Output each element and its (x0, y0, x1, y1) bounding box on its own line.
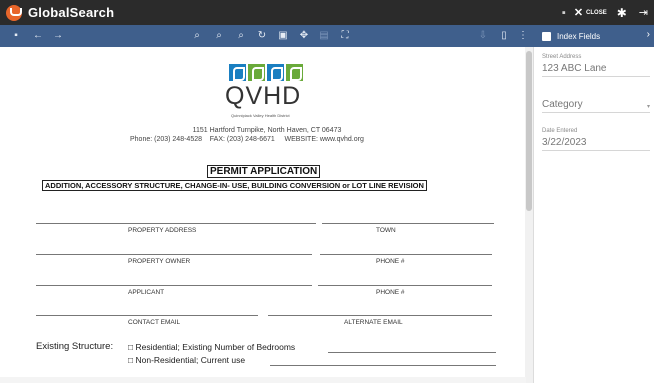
pan-icon[interactable]: ✥ (298, 28, 310, 44)
more-options-icon[interactable]: ⋮ (518, 28, 528, 44)
date-entered-field[interactable]: 3/22/2023 (542, 137, 587, 148)
rotate-icon[interactable]: ↻ (256, 28, 268, 44)
property-owner-label: PROPERTY OWNER (128, 258, 191, 265)
category-select[interactable]: Category (542, 99, 583, 110)
zoom-in-icon[interactable]: ⌕ (191, 28, 203, 44)
document-list-icon[interactable]: ▪ (10, 28, 22, 44)
globalsearch-logo-icon (6, 4, 22, 21)
residential-option: □ Residential; Existing Number of Bedroo… (128, 342, 296, 352)
app-name: GlobalSearch (28, 5, 115, 20)
logo-tile (267, 64, 284, 81)
annotate-icon[interactable]: ▤ (318, 28, 330, 44)
viewer-horizontal-scrollbar[interactable] (0, 377, 526, 383)
contact-email-label: CONTACT EMAIL (128, 319, 181, 326)
save-icon[interactable]: ▪ (562, 7, 566, 19)
date-entered-underline (542, 150, 650, 151)
property-address-line (36, 223, 316, 224)
logo-subtext: Quinnipiack Valley Health District (231, 113, 290, 118)
property-owner-line (36, 254, 312, 255)
chevron-right-icon[interactable]: › (647, 29, 650, 40)
index-fields-header[interactable]: Index Fields › (534, 25, 654, 47)
document-viewer[interactable]: QVHD Quinnipiack Valley Health District … (0, 47, 534, 383)
alternate-email-label: ALTERNATE EMAIL (344, 319, 403, 326)
forward-arrow-icon[interactable]: → (52, 28, 64, 44)
permit-title: PERMIT APPLICATION (207, 165, 321, 178)
form-icon (542, 31, 551, 41)
close-icon: ✕ (573, 7, 584, 19)
applicant-phone-label: PHONE # (376, 289, 405, 296)
logout-icon[interactable]: ⇥ (639, 6, 648, 19)
alternate-email-line (268, 315, 492, 316)
zoom-out-icon[interactable]: ⌕ (213, 28, 225, 44)
back-arrow-icon[interactable]: ← (32, 28, 44, 44)
category-underline (542, 112, 650, 113)
fit-zoom-icon[interactable]: ⌕ (235, 28, 247, 44)
panel-title: Index Fields (557, 31, 601, 41)
index-fields-panel: Street Address 123 ABC Lane Category ▾ D… (534, 47, 654, 383)
phone-label: PHONE # (376, 258, 405, 265)
qvhd-logo: QVHD Quinnipiack Valley Health District (225, 64, 315, 118)
org-contact: Phone: (203) 248-4528 FAX: (203) 248-667… (130, 136, 364, 143)
applicant-label: APPLICANT (128, 289, 165, 296)
existing-structure-label: Existing Structure: (36, 341, 114, 352)
title-actions: ▪ ✕ CLOSE ✱ ⇥ (554, 0, 654, 25)
title-bar: GlobalSearch ▪ ✕ CLOSE ✱ ⇥ (0, 0, 654, 25)
bedrooms-line (328, 352, 496, 353)
settings-gear-icon[interactable]: ✱ (617, 6, 627, 20)
logo-tile (229, 64, 246, 81)
street-address-label: Street Address (542, 54, 582, 60)
town-line (322, 223, 494, 224)
property-address-label: PROPERTY ADDRESS (128, 227, 197, 234)
brand: GlobalSearch (6, 4, 115, 21)
phone-line (320, 254, 492, 255)
logo-tile (286, 64, 303, 81)
current-use-line (270, 365, 496, 366)
town-label: TOWN (376, 227, 396, 234)
dropdown-arrow-icon[interactable]: ▾ (647, 103, 650, 110)
logo-text: QVHD (225, 82, 302, 110)
download-icon[interactable]: ⇩ (478, 28, 488, 44)
document-info-icon[interactable]: ▯ (498, 28, 510, 44)
close-label: CLOSE (586, 9, 607, 16)
page-icon[interactable]: ▣ (277, 28, 289, 44)
date-entered-label: Date Entered (542, 128, 578, 134)
viewer-vertical-scrollbar[interactable] (525, 47, 533, 383)
viewer-toolbar: ▪ ← → ⌕ ⌕ ⌕ ↻ ▣ ✥ ▤ ⛶ ⇩ ▯ ⋮ (0, 25, 534, 47)
close-button[interactable]: ✕ CLOSE (574, 6, 607, 19)
permit-subtitle: ADDITION, ACCESSORY STRUCTURE, CHANGE-IN… (42, 180, 427, 191)
applicant-line (36, 285, 312, 286)
scrollbar-thumb[interactable] (526, 51, 532, 211)
applicant-phone-line (318, 285, 492, 286)
non-residential-option: □ Non-Residential; Current use (128, 355, 246, 365)
logo-tile (248, 64, 265, 81)
org-address: 1151 Hartford Turnpike, North Haven, CT … (192, 127, 342, 134)
contact-email-line (36, 315, 258, 316)
street-address-underline (542, 76, 650, 77)
street-address-field[interactable]: 123 ABC Lane (542, 63, 607, 74)
fullscreen-icon[interactable]: ⛶ (339, 28, 351, 44)
